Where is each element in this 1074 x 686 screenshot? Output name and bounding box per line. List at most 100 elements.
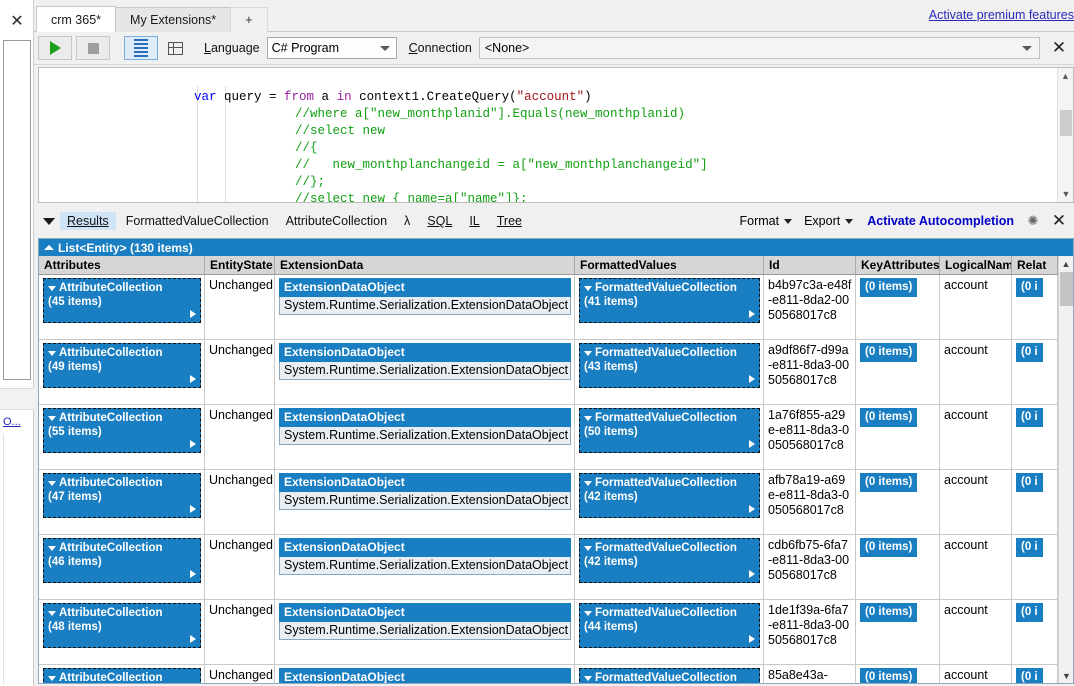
run-button[interactable]	[38, 36, 72, 60]
expand-arrow-icon[interactable]	[190, 505, 196, 513]
formatted-value-collection-chip[interactable]: FormattedValueCollection	[579, 668, 760, 683]
close-results-button[interactable]: ✕	[1044, 208, 1074, 234]
language-select[interactable]: C# Program	[266, 37, 397, 59]
activate-premium-features-link[interactable]: Activate premium features	[929, 8, 1074, 22]
expand-arrow-icon[interactable]	[190, 635, 196, 643]
extension-data-box[interactable]: ExtensionDataObject System.Runtime.Seria…	[279, 603, 571, 640]
extension-data-box[interactable]: ExtensionDataObject System.Runtime.Seria…	[279, 343, 571, 380]
tab-lambda[interactable]: λ	[397, 212, 417, 230]
column-header-relationships[interactable]: Relat	[1012, 256, 1058, 274]
table-row[interactable]: AttributeCollection (46 items) Unchanged…	[39, 535, 1073, 600]
column-header-attributes[interactable]: Attributes	[39, 256, 205, 274]
extension-data-box[interactable]: ExtensionDataObject System.Runtime.Seria…	[279, 278, 571, 315]
formatted-value-collection-chip[interactable]: FormattedValueCollection (42 items)	[579, 473, 760, 518]
tab-formattedvaluecollection[interactable]: FormattedValueCollection	[119, 212, 276, 230]
grid-scrollbar[interactable]: ▲ ▼	[1058, 256, 1073, 683]
expand-arrow-icon[interactable]	[190, 310, 196, 318]
table-row[interactable]: AttributeCollection (45 items) Unchanged…	[39, 275, 1073, 340]
expand-arrow-icon[interactable]	[190, 440, 196, 448]
attribute-collection-chip[interactable]: AttributeCollection (46 items)	[43, 538, 201, 583]
table-row[interactable]: AttributeCollection Unchanged ExtensionD…	[39, 665, 1073, 683]
key-attributes-chip[interactable]: (0 items)	[860, 603, 918, 622]
scroll-up-icon[interactable]: ▲	[1058, 68, 1073, 84]
code-editor[interactable]: var query = from a in context1.CreateQue…	[38, 67, 1074, 203]
table-row[interactable]: AttributeCollection (49 items) Unchanged…	[39, 340, 1073, 405]
attribute-collection-chip[interactable]: AttributeCollection (45 items)	[43, 278, 201, 323]
column-header-logicalname[interactable]: LogicalName	[940, 256, 1012, 274]
export-menu[interactable]: Export	[798, 212, 859, 230]
tab-il[interactable]: IL	[462, 212, 486, 230]
tab-attributecollection[interactable]: AttributeCollection	[279, 212, 394, 230]
expand-arrow-icon[interactable]	[749, 505, 755, 513]
relationships-chip[interactable]: (0 i	[1016, 343, 1043, 362]
tab-tree[interactable]: Tree	[490, 212, 529, 230]
stop-button[interactable]	[76, 36, 110, 60]
connection-select[interactable]: <None>	[478, 37, 1040, 59]
extension-data-box[interactable]: ExtensionDataObject System.Runtime.Seria…	[279, 408, 571, 445]
key-attributes-chip[interactable]: (0 items)	[860, 278, 918, 297]
chip-label: FormattedValueCollection	[595, 607, 737, 619]
tab-crm-365[interactable]: crm 365*	[36, 6, 117, 32]
host-side-link[interactable]: O...	[3, 416, 31, 432]
activate-autocompletion-link[interactable]: Activate Autocompletion	[859, 214, 1022, 228]
relationships-chip[interactable]: (0 i	[1016, 408, 1043, 427]
expand-arrow-icon[interactable]	[749, 440, 755, 448]
expand-arrow-icon[interactable]	[749, 570, 755, 578]
scroll-down-icon[interactable]: ▼	[1058, 186, 1073, 202]
editor-scrollbar[interactable]: ▲ ▼	[1057, 68, 1073, 202]
host-close-icon[interactable]: ✕	[0, 8, 34, 34]
relationships-chip[interactable]: (0 i	[1016, 668, 1043, 683]
key-attributes-chip[interactable]: (0 items)	[860, 473, 918, 492]
scroll-thumb[interactable]	[1060, 272, 1073, 306]
extension-data-box[interactable]: ExtensionDataObject System.Runtime.Seria…	[279, 473, 571, 510]
formatted-value-collection-chip[interactable]: FormattedValueCollection (44 items)	[579, 603, 760, 648]
attribute-collection-chip[interactable]: AttributeCollection (55 items)	[43, 408, 201, 453]
key-attributes-chip[interactable]: (0 items)	[860, 668, 918, 683]
scroll-up-icon[interactable]: ▲	[1059, 256, 1073, 271]
table-row[interactable]: AttributeCollection (55 items) Unchanged…	[39, 405, 1073, 470]
key-attributes-chip[interactable]: (0 items)	[860, 408, 918, 427]
column-header-id[interactable]: Id	[764, 256, 856, 274]
relationships-chip[interactable]: (0 i	[1016, 278, 1043, 297]
list-view-button[interactable]	[124, 36, 158, 60]
grid-view-button[interactable]	[162, 36, 188, 60]
table-row[interactable]: AttributeCollection (47 items) Unchanged…	[39, 470, 1073, 535]
collapse-results-button[interactable]	[38, 217, 60, 225]
attribute-collection-chip[interactable]: AttributeCollection (47 items)	[43, 473, 201, 518]
close-editor-button[interactable]: ✕	[1044, 35, 1074, 61]
expand-arrow-icon[interactable]	[190, 570, 196, 578]
grid-title-bar[interactable]: List<Entity> (130 items)	[39, 239, 1073, 256]
extension-data-box[interactable]: ExtensionDataObject	[279, 668, 571, 683]
expand-arrow-icon[interactable]	[749, 375, 755, 383]
formatted-value-collection-chip[interactable]: FormattedValueCollection (50 items)	[579, 408, 760, 453]
key-attributes-chip[interactable]: (0 items)	[860, 538, 918, 557]
formatted-value-collection-chip[interactable]: FormattedValueCollection (43 items)	[579, 343, 760, 388]
relationships-chip[interactable]: (0 i	[1016, 603, 1043, 622]
column-header-extensiondata[interactable]: ExtensionData	[275, 256, 575, 274]
column-header-keyattributes[interactable]: KeyAttributes	[856, 256, 940, 274]
relationships-chip[interactable]: (0 i	[1016, 473, 1043, 492]
column-header-entitystate[interactable]: EntityState	[205, 256, 275, 274]
tab-sql[interactable]: SQL	[420, 212, 459, 230]
expand-arrow-icon[interactable]	[190, 375, 196, 383]
tab-add-button[interactable]: +	[230, 7, 268, 32]
formatted-value-collection-chip[interactable]: FormattedValueCollection (41 items)	[579, 278, 760, 323]
format-menu[interactable]: Format	[733, 212, 798, 230]
extension-data-box[interactable]: ExtensionDataObject System.Runtime.Seria…	[279, 538, 571, 575]
scroll-down-icon[interactable]: ▼	[1059, 668, 1073, 683]
formatted-value-collection-chip[interactable]: FormattedValueCollection (42 items)	[579, 538, 760, 583]
column-header-formattedvalues[interactable]: FormattedValues	[575, 256, 764, 274]
tab-results[interactable]: Results	[60, 212, 116, 230]
scroll-thumb[interactable]	[1060, 110, 1072, 136]
expand-arrow-icon[interactable]	[749, 310, 755, 318]
attribute-collection-chip[interactable]: AttributeCollection (48 items)	[43, 603, 201, 648]
attribute-collection-chip[interactable]: AttributeCollection	[43, 668, 201, 683]
tab-my-extensions[interactable]: My Extensions*	[115, 7, 232, 32]
relationships-chip[interactable]: (0 i	[1016, 538, 1043, 557]
attribute-collection-chip[interactable]: AttributeCollection (49 items)	[43, 343, 201, 388]
expand-arrow-icon[interactable]	[749, 635, 755, 643]
table-row[interactable]: AttributeCollection (48 items) Unchanged…	[39, 600, 1073, 665]
cell-attributes: AttributeCollection (48 items)	[39, 600, 205, 664]
key-attributes-chip[interactable]: (0 items)	[860, 343, 918, 362]
chip-label: FormattedValueCollection	[595, 412, 737, 424]
